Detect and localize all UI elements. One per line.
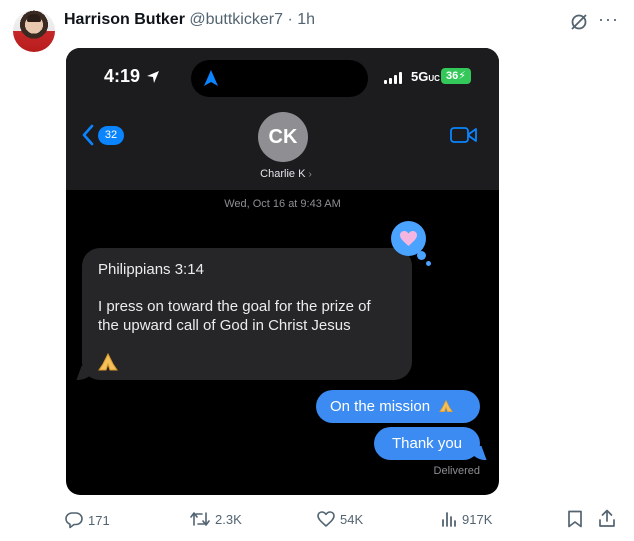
battery-badge: 36⚡ — [441, 68, 471, 84]
like-count: 54K — [340, 511, 364, 527]
message-line: Philippians 3:14 — [98, 261, 204, 278]
back-chevron-icon[interactable] — [81, 124, 95, 146]
reply-button[interactable]: 171 — [65, 511, 110, 529]
author-handle[interactable]: @buttkicker7 — [189, 11, 283, 28]
message-line: I press on toward the goal for the prize… — [98, 298, 371, 315]
tweet-card: Harrison Butker @buttkicker7 · 1h ··· 4:… — [0, 0, 634, 541]
location-arrow-icon — [147, 71, 159, 83]
status-time: 4:19 — [104, 66, 141, 86]
incoming-message-bubble[interactable]: Philippians 3:14 I press on toward the g… — [82, 248, 412, 380]
signal-bars-icon — [384, 72, 404, 84]
more-options-icon[interactable]: ··· — [598, 9, 619, 30]
repost-button[interactable]: 2.3K — [190, 511, 242, 527]
delivery-status: Delivered — [433, 465, 480, 477]
grok-icon[interactable] — [570, 13, 588, 31]
share-icon[interactable] — [598, 509, 616, 528]
repost-count: 2.3K — [215, 511, 242, 527]
reply-icon — [65, 512, 83, 529]
message-date-stamp: Wed, Oct 16 at 9:43 AM — [224, 198, 341, 210]
heart-tapback[interactable] — [391, 221, 431, 266]
praying-hands-icon — [439, 399, 454, 412]
praying-hands-icon — [98, 352, 118, 371]
heart-outline-icon — [317, 511, 335, 527]
heart-icon — [400, 231, 417, 246]
outgoing-message-bubble[interactable]: On the mission — [316, 390, 480, 423]
views-button[interactable]: 917K — [441, 511, 492, 527]
navigation-arrow-icon — [204, 70, 218, 86]
network-indicator: 5GUC — [411, 69, 440, 84]
repost-icon — [190, 512, 210, 526]
tweet-author-line: Harrison Butker @buttkicker7 · 1h — [64, 11, 315, 29]
contact-name[interactable]: Charlie K › — [246, 168, 326, 180]
like-button[interactable]: 54K — [317, 511, 363, 527]
message-text: Thank you — [391, 435, 463, 452]
views-chart-icon — [442, 512, 456, 527]
dynamic-island — [191, 60, 368, 97]
reply-count: 171 — [88, 512, 110, 528]
tweet-time[interactable]: · 1h — [287, 11, 315, 28]
contact-avatar[interactable]: CK — [258, 112, 308, 162]
unread-count-badge[interactable]: 32 — [98, 126, 124, 145]
video-call-icon[interactable] — [450, 126, 477, 144]
author-name[interactable]: Harrison Butker — [64, 11, 185, 28]
message-text: On the mission — [330, 398, 431, 415]
outgoing-message-bubble[interactable]: Thank you — [374, 427, 480, 460]
bookmark-icon[interactable] — [567, 510, 583, 528]
message-screenshot: 4:19 5GUC 36⚡ 32 CK Charlie K › Wed, Oct… — [66, 48, 499, 495]
author-avatar[interactable] — [13, 10, 55, 52]
message-line: the upward call of God in Christ Jesus — [98, 317, 351, 334]
view-count: 917K — [462, 511, 493, 527]
